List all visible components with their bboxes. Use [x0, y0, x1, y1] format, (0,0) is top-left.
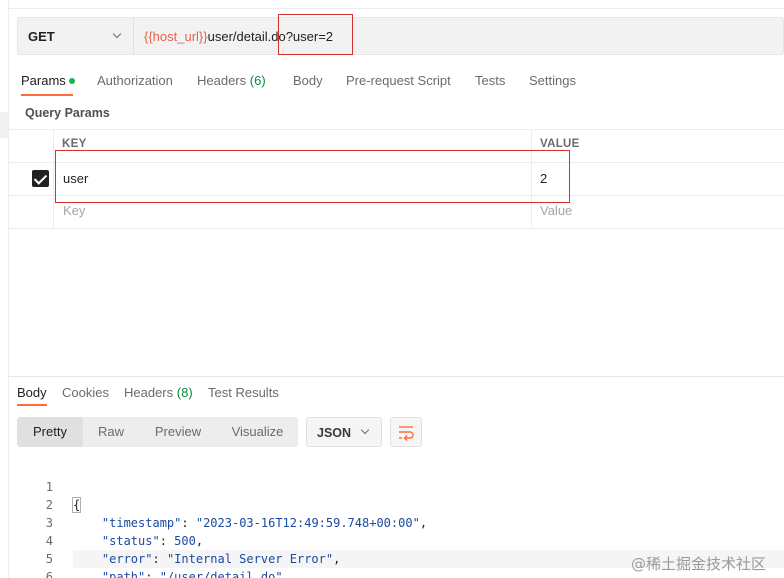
tab-authorization[interactable]: Authorization: [97, 73, 173, 88]
line-number: 6: [45, 570, 53, 578]
json-key: "path": [101, 570, 146, 578]
response-divider: [9, 376, 784, 377]
tab-headers[interactable]: Headers (6): [197, 73, 266, 88]
response-tab-cookies[interactable]: Cookies: [62, 385, 109, 400]
view-preview-button[interactable]: Preview: [141, 417, 215, 447]
response-tab-headers-label: Headers: [124, 385, 174, 400]
method-select[interactable]: GET: [18, 18, 134, 54]
code-text: "status": 500,: [101, 534, 204, 548]
left-border: [8, 0, 9, 578]
code-line: 4 "error": "Internal Server Error",: [17, 514, 341, 566]
code-text: "timestamp": "2023-03-16T12:49:59.748+00…: [101, 516, 428, 530]
params-indicator-dot: [68, 78, 75, 84]
annotation-box-param-row: [55, 150, 570, 203]
watermark: @稀土掘金技术社区: [631, 555, 767, 573]
method-label: GET: [28, 29, 55, 44]
format-select[interactable]: JSON: [306, 417, 382, 447]
view-raw-button[interactable]: Raw: [83, 417, 139, 447]
code-text: "path": "/user/detail.do": [73, 568, 283, 578]
tab-params-label: Params: [21, 73, 66, 88]
chevron-down-icon: [360, 425, 370, 435]
url-variable: {{host_url}}: [144, 29, 208, 44]
response-tab-body[interactable]: Body: [17, 385, 47, 400]
wrap-lines-icon: [399, 426, 414, 441]
code-line: 6 }: [17, 550, 53, 578]
response-tab-headers-count: (8): [176, 385, 193, 400]
tab-headers-count: (6): [249, 73, 266, 88]
response-active-tab-underline: [17, 404, 47, 406]
request-bar: GET {{host_url}}user/detail.do?user=2: [17, 17, 784, 55]
code-line: 3 "status": 500,: [17, 496, 203, 548]
json-number: 500: [174, 534, 196, 548]
code-text: {: [71, 496, 82, 514]
column-header-value: VALUE: [540, 138, 580, 150]
json-link[interactable]: /user/detail.do: [167, 570, 275, 578]
tab-body[interactable]: Body: [293, 73, 323, 88]
response-tab-headers[interactable]: Headers (8): [124, 385, 193, 400]
annotation-box-url-query: [278, 14, 353, 55]
response-tab-test-results[interactable]: Test Results: [208, 385, 279, 400]
code-line: 1 {: [17, 460, 82, 513]
table-row-divider: [9, 228, 784, 229]
param-checkbox[interactable]: [32, 170, 49, 187]
tab-params[interactable]: Params: [21, 73, 75, 88]
tab-settings[interactable]: Settings: [529, 73, 576, 88]
active-tab-underline: [21, 94, 73, 96]
param-key-input[interactable]: Key: [63, 203, 85, 218]
tab-headers-label: Headers: [197, 73, 247, 88]
json-key: "status": [101, 534, 160, 548]
json-string: "2023-03-16T12:49:59.748+00:00": [195, 516, 420, 530]
view-visualize-button[interactable]: Visualize: [219, 417, 296, 447]
url-path: user/detail.do: [207, 29, 286, 44]
table-col-divider: [53, 129, 54, 229]
code-text: "error": "Internal Server Error",: [101, 552, 341, 566]
format-label: JSON: [317, 426, 352, 440]
table-row-divider: [9, 129, 784, 130]
top-border: [9, 8, 784, 9]
wrap-lines-button[interactable]: [390, 417, 422, 447]
open-brace: {: [71, 497, 82, 513]
column-header-key: KEY: [62, 138, 87, 150]
json-key: "error": [101, 552, 153, 566]
json-string: "Internal Server Error": [166, 552, 334, 566]
param-value-input[interactable]: Value: [540, 203, 572, 218]
json-key: "timestamp": [101, 516, 182, 530]
tab-pre-request-script[interactable]: Pre-request Script: [346, 73, 451, 88]
code-line: 2 "timestamp": "2023-03-16T12:49:59.748+…: [17, 478, 427, 530]
query-params-title: Query Params: [25, 106, 110, 120]
chevron-down-icon: [112, 29, 122, 39]
view-pretty-button[interactable]: Pretty: [17, 417, 83, 447]
code-line: 5 "path": "/user/detail.do": [17, 532, 283, 578]
tab-tests[interactable]: Tests: [475, 73, 505, 88]
sidebar-edge: [0, 112, 8, 138]
view-mode-group: Pretty Raw Preview Visualize: [17, 417, 298, 447]
